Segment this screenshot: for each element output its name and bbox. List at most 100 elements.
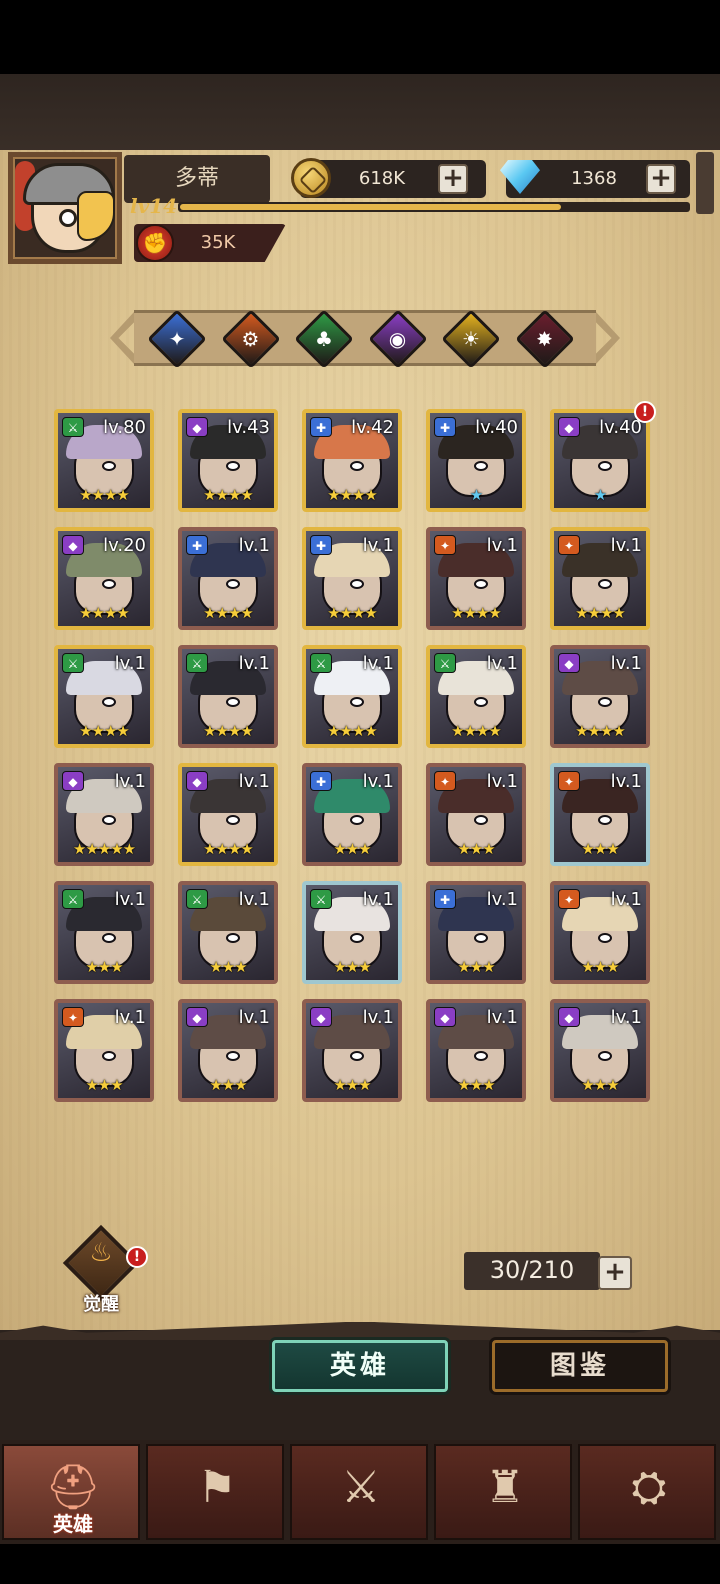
element-filter-light[interactable]: ☀ — [441, 309, 501, 369]
hero-stars: ★★★★ — [575, 722, 626, 740]
tab-codex[interactable]: 图鉴 — [492, 1340, 668, 1392]
class-icon: ✦ — [558, 535, 580, 555]
hero-eye — [102, 1051, 116, 1061]
class-icon: ◆ — [186, 417, 208, 437]
hero-eye — [598, 697, 612, 707]
class-icon: ◆ — [62, 535, 84, 555]
hero-card[interactable]: ✚ lv.1 ★★★★ — [178, 527, 278, 630]
hero-eye — [474, 815, 488, 825]
tab-heroes[interactable]: 英雄 — [272, 1340, 448, 1392]
hero-level: lv.20 — [103, 535, 146, 556]
hero-level: lv.80 — [103, 417, 146, 438]
nav-item-crossed-swords[interactable]: ⚔ — [290, 1444, 428, 1540]
avatar-hair — [77, 191, 115, 241]
hero-eye — [350, 697, 364, 707]
hero-card[interactable]: ✚ lv.40 ★ — [426, 409, 526, 512]
nav-item-war-flag[interactable]: ⚑ — [146, 1444, 284, 1540]
hero-card[interactable]: ⚔ lv.1 ★★★ — [54, 881, 154, 984]
hero-card[interactable]: ⚔ lv.1 ★★★ — [178, 881, 278, 984]
class-icon: ✦ — [558, 771, 580, 791]
hero-card[interactable]: ◆ lv.40 ★ — [550, 409, 650, 512]
class-icon: ◆ — [558, 417, 580, 437]
hero-level: lv.1 — [114, 771, 146, 792]
fist-icon: ✊ — [136, 224, 174, 262]
add-gold-button[interactable]: + — [438, 164, 468, 194]
hero-stars: ★★★★ — [575, 604, 626, 622]
hero-card[interactable]: ✦ lv.1 ★★★ — [550, 881, 650, 984]
hero-level: lv.1 — [238, 535, 270, 556]
hero-card[interactable]: ◆ lv.20 ★★★★ — [54, 527, 154, 630]
element-filter-dark[interactable]: ✸ — [514, 309, 575, 369]
player-avatar[interactable] — [8, 152, 122, 264]
hero-stars: ★★★ — [209, 958, 247, 976]
hero-card[interactable]: ✚ lv.1 ★★★★ — [302, 527, 402, 630]
hero-card[interactable]: ✦ lv.1 ★★★★ — [426, 527, 526, 630]
hero-card[interactable]: ⚔ lv.1 ★★★ — [302, 881, 402, 984]
awaken-label: 觉醒 — [83, 1294, 119, 1315]
hero-card[interactable]: ✚ lv.42 ★★★★ — [302, 409, 402, 512]
class-icon: ◆ — [558, 1007, 580, 1027]
hero-card[interactable]: ✦ lv.1 ★★★★ — [550, 527, 650, 630]
hero-card[interactable]: ⚔ lv.1 ★★★★ — [302, 645, 402, 748]
class-icon: ✚ — [434, 417, 456, 437]
hero-stars: ★★★ — [457, 958, 495, 976]
hero-level: lv.1 — [486, 535, 518, 556]
hero-stars: ★★★★ — [203, 722, 254, 740]
hero-card[interactable]: ◆ lv.1 ★★★ — [426, 999, 526, 1102]
hero-card[interactable]: ⚔ lv.80 ★★★★ — [54, 409, 154, 512]
hero-eye — [474, 933, 488, 943]
element-filter-fire[interactable]: ⚙ — [220, 309, 281, 369]
hero-card[interactable]: ✦ lv.1 ★★★ — [550, 763, 650, 866]
hero-card[interactable]: ◆ lv.1 ★★★★ — [550, 645, 650, 748]
add-gems-button[interactable]: + — [646, 164, 676, 194]
hero-card[interactable]: ◆ lv.1 ★★★ — [302, 999, 402, 1102]
hero-level: lv.1 — [114, 889, 146, 910]
hero-card[interactable]: ◆ lv.1 ★★★★★ — [54, 763, 154, 866]
element-filter-shadow[interactable]: ◉ — [367, 309, 428, 369]
class-icon: ◆ — [186, 771, 208, 791]
class-icon: ◆ — [62, 771, 84, 791]
expand-capacity-button[interactable]: + — [598, 1256, 632, 1290]
hero-stars: ★★★★ — [79, 722, 130, 740]
hero-card[interactable]: ✚ lv.1 ★★★ — [302, 763, 402, 866]
avatar-eye — [59, 209, 77, 227]
hero-card[interactable]: ⚔ lv.1 ★★★★ — [178, 645, 278, 748]
element-filter-lightning[interactable]: ✦ — [147, 309, 207, 369]
hero-card[interactable]: ⚔ lv.1 ★★★★ — [426, 645, 526, 748]
hero-stars: ★★★ — [85, 1076, 123, 1094]
hero-stars: ★★★★ — [327, 722, 378, 740]
hero-eye — [226, 815, 240, 825]
system-nav-area — [0, 1544, 720, 1584]
hero-eye — [226, 461, 240, 471]
hero-level: lv.1 — [238, 653, 270, 674]
hero-level: lv.1 — [486, 889, 518, 910]
hero-card[interactable]: ✦ lv.1 ★★★ — [54, 999, 154, 1102]
hero-level: lv.1 — [362, 889, 394, 910]
hero-capacity: 30/210 — [489, 1256, 575, 1284]
hero-eye — [226, 933, 240, 943]
class-icon: ⚔ — [310, 653, 332, 673]
hero-stars: ★★★★ — [203, 840, 254, 858]
side-menu-handle[interactable] — [696, 152, 714, 214]
hero-card[interactable]: ◆ lv.1 ★★★ — [178, 999, 278, 1102]
hero-eye — [350, 579, 364, 589]
element-filter-nature[interactable]: ♣ — [294, 309, 354, 369]
hero-card[interactable]: ◆ lv.43 ★★★★ — [178, 409, 278, 512]
gold-coin-icon — [291, 158, 331, 198]
hero-card[interactable]: ✚ lv.1 ★★★ — [426, 881, 526, 984]
hero-stars: ★★★★ — [203, 486, 254, 504]
class-icon: ◆ — [558, 653, 580, 673]
hero-level: lv.1 — [486, 1007, 518, 1028]
nav-item-helmet[interactable]: ⛑ 英雄 — [2, 1444, 140, 1540]
hero-level: lv.43 — [227, 417, 270, 438]
hero-level: lv.1 — [114, 1007, 146, 1028]
hero-card[interactable]: ◆ lv.1 ★★★★ — [178, 763, 278, 866]
nav-item-castle[interactable]: ♜ — [434, 1444, 572, 1540]
hero-card[interactable]: ✦ lv.1 ★★★ — [426, 763, 526, 866]
hero-eye — [474, 579, 488, 589]
nav-item-guild-handshake[interactable]: ⛭ — [578, 1444, 716, 1540]
hero-level: lv.40 — [475, 417, 518, 438]
hero-card[interactable]: ⚔ lv.1 ★★★★ — [54, 645, 154, 748]
hero-card[interactable]: ◆ lv.1 ★★★ — [550, 999, 650, 1102]
hero-eye — [102, 697, 116, 707]
